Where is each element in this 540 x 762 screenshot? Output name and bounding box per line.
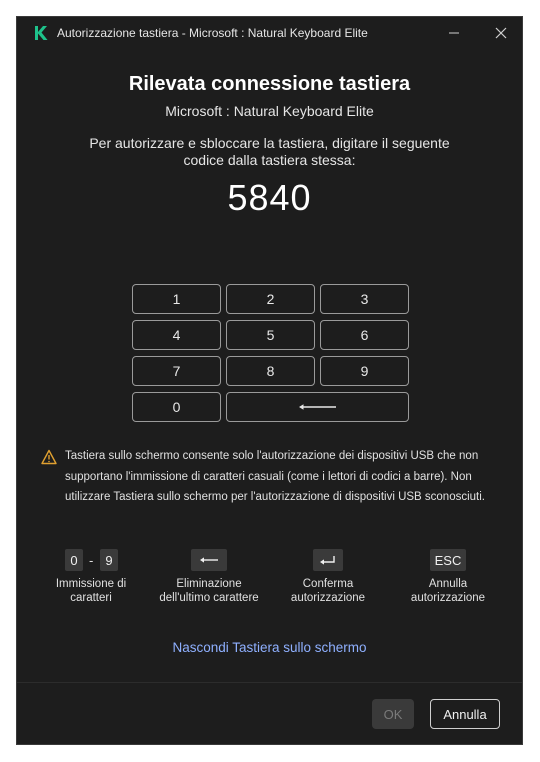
kaspersky-logo-icon xyxy=(33,25,49,41)
backspace-key[interactable] xyxy=(226,392,409,422)
digit-from-badge: 0 xyxy=(65,549,83,571)
ok-button[interactable]: OK xyxy=(372,699,414,729)
key-6[interactable]: 6 xyxy=(320,320,409,350)
confirm-authorization-label: Conferma autorizzazione xyxy=(290,578,366,604)
instructions-text: Per autorizzare e sbloccare la tastiera,… xyxy=(89,135,450,168)
minimize-icon xyxy=(449,32,459,34)
dialog-heading: Rilevata connessione tastiera xyxy=(128,73,411,95)
minimize-button[interactable] xyxy=(437,21,471,45)
keyboard-authorization-window: Autorizzazione tastiera - Microsoft : Na… xyxy=(16,16,523,745)
long-left-arrow-icon xyxy=(298,404,336,410)
close-button[interactable] xyxy=(484,21,518,45)
key-7[interactable]: 7 xyxy=(132,356,221,386)
authorization-code: 5840 xyxy=(227,177,312,218)
warning-icon xyxy=(41,449,57,465)
key-3[interactable]: 3 xyxy=(320,284,409,314)
key-2[interactable]: 2 xyxy=(226,284,315,314)
esc-badge: ESC xyxy=(430,549,466,571)
input-characters-label: Immissione di caratteri xyxy=(55,578,127,604)
delete-last-character-label: Eliminazione dell'ultimo carattere xyxy=(159,578,259,604)
key-8[interactable]: 8 xyxy=(226,356,315,386)
key-4[interactable]: 4 xyxy=(132,320,221,350)
key-5[interactable]: 5 xyxy=(226,320,315,350)
hide-on-screen-keyboard-link[interactable]: Nascondi Tastiera sullo schermo xyxy=(17,640,522,655)
digit-to-badge: 9 xyxy=(100,549,118,571)
key-0[interactable]: 0 xyxy=(132,392,221,422)
confirm-badge xyxy=(313,549,343,571)
enter-arrow-icon xyxy=(320,556,335,565)
cancel-button[interactable]: Annulla xyxy=(430,699,500,729)
warning-text: Tastiera sullo schermo consente solo l'a… xyxy=(65,450,485,503)
footer-divider xyxy=(17,682,522,683)
device-name: Microsoft : Natural Keyboard Elite xyxy=(165,103,374,119)
close-icon xyxy=(495,27,507,39)
key-9[interactable]: 9 xyxy=(320,356,409,386)
delete-badge xyxy=(191,549,227,571)
title-bar: Autorizzazione tastiera - Microsoft : Na… xyxy=(17,17,522,49)
key-1[interactable]: 1 xyxy=(132,284,221,314)
window-title: Autorizzazione tastiera - Microsoft : Na… xyxy=(57,26,368,40)
digit-range-separator: - xyxy=(89,553,94,568)
backspace-arrow-icon xyxy=(200,557,218,563)
cancel-authorization-label: Annulla autorizzazione xyxy=(410,578,486,604)
